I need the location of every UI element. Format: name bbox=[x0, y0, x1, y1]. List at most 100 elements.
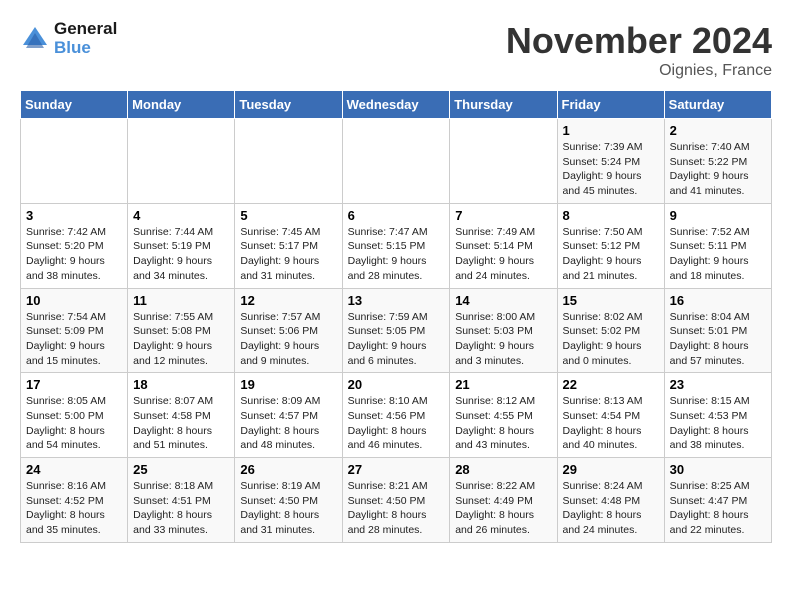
calendar-table: SundayMondayTuesdayWednesdayThursdayFrid… bbox=[20, 90, 772, 543]
calendar-cell: 14 Sunrise: 8:00 AM Sunset: 5:03 PM Dayli… bbox=[450, 288, 557, 373]
day-number: 21 bbox=[455, 377, 551, 392]
day-info: Sunrise: 8:09 AM Sunset: 4:57 PM Dayligh… bbox=[240, 394, 336, 453]
header-friday: Friday bbox=[557, 91, 664, 119]
calendar-cell: 2 Sunrise: 7:40 AM Sunset: 5:22 PM Daylig… bbox=[664, 119, 771, 204]
day-info: Sunrise: 8:12 AM Sunset: 4:55 PM Dayligh… bbox=[455, 394, 551, 453]
day-info: Sunrise: 7:57 AM Sunset: 5:06 PM Dayligh… bbox=[240, 310, 336, 369]
day-info: Sunrise: 7:54 AM Sunset: 5:09 PM Dayligh… bbox=[26, 310, 122, 369]
day-number: 28 bbox=[455, 462, 551, 477]
calendar-cell: 11 Sunrise: 7:55 AM Sunset: 5:08 PM Dayli… bbox=[128, 288, 235, 373]
calendar-cell: 9 Sunrise: 7:52 AM Sunset: 5:11 PM Daylig… bbox=[664, 203, 771, 288]
day-info: Sunrise: 7:47 AM Sunset: 5:15 PM Dayligh… bbox=[348, 225, 445, 284]
day-number: 25 bbox=[133, 462, 229, 477]
calendar-cell: 17 Sunrise: 8:05 AM Sunset: 5:00 PM Dayli… bbox=[21, 373, 128, 458]
header-monday: Monday bbox=[128, 91, 235, 119]
calendar-cell bbox=[235, 119, 342, 204]
day-info: Sunrise: 7:59 AM Sunset: 5:05 PM Dayligh… bbox=[348, 310, 445, 369]
calendar-cell: 16Sunrise: 8:04 AM Sunset: 5:01 PM Dayli… bbox=[664, 288, 771, 373]
calendar-cell: 23 Sunrise: 8:15 AM Sunset: 4:53 PM Dayli… bbox=[664, 373, 771, 458]
day-number: 5 bbox=[240, 208, 336, 223]
day-number: 14 bbox=[455, 293, 551, 308]
day-number: 22 bbox=[563, 377, 659, 392]
calendar-cell: 28 Sunrise: 8:22 AM Sunset: 4:49 PM Dayli… bbox=[450, 458, 557, 543]
day-info: Sunrise: 8:02 AM Sunset: 5:02 PM Dayligh… bbox=[563, 310, 659, 369]
day-info: Sunrise: 7:40 AM Sunset: 5:22 PM Dayligh… bbox=[670, 140, 766, 199]
day-number: 23 bbox=[670, 377, 766, 392]
calendar-cell bbox=[342, 119, 450, 204]
header-tuesday: Tuesday bbox=[235, 91, 342, 119]
day-info: Sunrise: 8:00 AM Sunset: 5:03 PM Dayligh… bbox=[455, 310, 551, 369]
calendar-week-4: 24 Sunrise: 8:16 AM Sunset: 4:52 PM Dayli… bbox=[21, 458, 772, 543]
day-info: Sunrise: 7:42 AM Sunset: 5:20 PM Dayligh… bbox=[26, 225, 122, 284]
calendar-cell: 6 Sunrise: 7:47 AM Sunset: 5:15 PM Daylig… bbox=[342, 203, 450, 288]
day-info: Sunrise: 8:19 AM Sunset: 4:50 PM Dayligh… bbox=[240, 479, 336, 538]
day-info: Sunrise: 7:44 AM Sunset: 5:19 PM Dayligh… bbox=[133, 225, 229, 284]
day-number: 10 bbox=[26, 293, 122, 308]
day-number: 13 bbox=[348, 293, 445, 308]
calendar-cell bbox=[128, 119, 235, 204]
page-header: General Blue November 2024 Oignies, Fran… bbox=[20, 20, 772, 80]
header-saturday: Saturday bbox=[664, 91, 771, 119]
day-number: 18 bbox=[133, 377, 229, 392]
calendar-cell bbox=[21, 119, 128, 204]
day-info: Sunrise: 7:49 AM Sunset: 5:14 PM Dayligh… bbox=[455, 225, 551, 284]
calendar-cell: 4 Sunrise: 7:44 AM Sunset: 5:19 PM Daylig… bbox=[128, 203, 235, 288]
day-number: 27 bbox=[348, 462, 445, 477]
day-info: Sunrise: 8:16 AM Sunset: 4:52 PM Dayligh… bbox=[26, 479, 122, 538]
day-number: 24 bbox=[26, 462, 122, 477]
day-number: 2 bbox=[670, 123, 766, 138]
day-info: Sunrise: 8:21 AM Sunset: 4:50 PM Dayligh… bbox=[348, 479, 445, 538]
day-info: Sunrise: 7:45 AM Sunset: 5:17 PM Dayligh… bbox=[240, 225, 336, 284]
logo-icon bbox=[20, 24, 50, 54]
header-sunday: Sunday bbox=[21, 91, 128, 119]
calendar-week-1: 3Sunrise: 7:42 AM Sunset: 5:20 PM Daylig… bbox=[21, 203, 772, 288]
calendar-cell: 22 Sunrise: 8:13 AM Sunset: 4:54 PM Dayli… bbox=[557, 373, 664, 458]
calendar-cell: 21 Sunrise: 8:12 AM Sunset: 4:55 PM Dayli… bbox=[450, 373, 557, 458]
month-title: November 2024 bbox=[506, 20, 772, 62]
calendar-week-3: 17 Sunrise: 8:05 AM Sunset: 5:00 PM Dayli… bbox=[21, 373, 772, 458]
calendar-cell: 15 Sunrise: 8:02 AM Sunset: 5:02 PM Dayli… bbox=[557, 288, 664, 373]
day-info: Sunrise: 8:13 AM Sunset: 4:54 PM Dayligh… bbox=[563, 394, 659, 453]
day-info: Sunrise: 7:55 AM Sunset: 5:08 PM Dayligh… bbox=[133, 310, 229, 369]
day-info: Sunrise: 8:25 AM Sunset: 4:47 PM Dayligh… bbox=[670, 479, 766, 538]
calendar-cell: 18 Sunrise: 8:07 AM Sunset: 4:58 PM Dayli… bbox=[128, 373, 235, 458]
logo: General Blue bbox=[20, 20, 117, 57]
day-number: 6 bbox=[348, 208, 445, 223]
day-info: Sunrise: 8:22 AM Sunset: 4:49 PM Dayligh… bbox=[455, 479, 551, 538]
day-number: 12 bbox=[240, 293, 336, 308]
day-number: 9 bbox=[670, 208, 766, 223]
day-info: Sunrise: 7:39 AM Sunset: 5:24 PM Dayligh… bbox=[563, 140, 659, 199]
calendar-cell: 7 Sunrise: 7:49 AM Sunset: 5:14 PM Daylig… bbox=[450, 203, 557, 288]
day-number: 11 bbox=[133, 293, 229, 308]
day-info: Sunrise: 7:50 AM Sunset: 5:12 PM Dayligh… bbox=[563, 225, 659, 284]
calendar-week-0: 1 Sunrise: 7:39 AM Sunset: 5:24 PM Daylig… bbox=[21, 119, 772, 204]
header-thursday: Thursday bbox=[450, 91, 557, 119]
calendar-cell: 20 Sunrise: 8:10 AM Sunset: 4:56 PM Dayli… bbox=[342, 373, 450, 458]
day-info: Sunrise: 7:52 AM Sunset: 5:11 PM Dayligh… bbox=[670, 225, 766, 284]
calendar-cell: 10 Sunrise: 7:54 AM Sunset: 5:09 PM Dayli… bbox=[21, 288, 128, 373]
day-number: 7 bbox=[455, 208, 551, 223]
calendar-cell: 3Sunrise: 7:42 AM Sunset: 5:20 PM Daylig… bbox=[21, 203, 128, 288]
day-number: 15 bbox=[563, 293, 659, 308]
day-number: 8 bbox=[563, 208, 659, 223]
day-number: 26 bbox=[240, 462, 336, 477]
calendar-cell: 29Sunrise: 8:24 AM Sunset: 4:48 PM Dayli… bbox=[557, 458, 664, 543]
day-info: Sunrise: 8:04 AM Sunset: 5:01 PM Dayligh… bbox=[670, 310, 766, 369]
calendar-cell: 19 Sunrise: 8:09 AM Sunset: 4:57 PM Dayli… bbox=[235, 373, 342, 458]
calendar-cell: 26 Sunrise: 8:19 AM Sunset: 4:50 PM Dayli… bbox=[235, 458, 342, 543]
calendar-cell: 1 Sunrise: 7:39 AM Sunset: 5:24 PM Daylig… bbox=[557, 119, 664, 204]
calendar-cell: 8 Sunrise: 7:50 AM Sunset: 5:12 PM Daylig… bbox=[557, 203, 664, 288]
day-number: 30 bbox=[670, 462, 766, 477]
day-info: Sunrise: 8:10 AM Sunset: 4:56 PM Dayligh… bbox=[348, 394, 445, 453]
calendar-cell: 27 Sunrise: 8:21 AM Sunset: 4:50 PM Dayli… bbox=[342, 458, 450, 543]
day-info: Sunrise: 8:24 AM Sunset: 4:48 PM Dayligh… bbox=[563, 479, 659, 538]
day-number: 20 bbox=[348, 377, 445, 392]
day-number: 19 bbox=[240, 377, 336, 392]
day-number: 4 bbox=[133, 208, 229, 223]
day-number: 17 bbox=[26, 377, 122, 392]
day-info: Sunrise: 8:05 AM Sunset: 5:00 PM Dayligh… bbox=[26, 394, 122, 453]
day-info: Sunrise: 8:15 AM Sunset: 4:53 PM Dayligh… bbox=[670, 394, 766, 453]
day-number: 1 bbox=[563, 123, 659, 138]
calendar-cell: 13 Sunrise: 7:59 AM Sunset: 5:05 PM Dayli… bbox=[342, 288, 450, 373]
day-info: Sunrise: 8:07 AM Sunset: 4:58 PM Dayligh… bbox=[133, 394, 229, 453]
